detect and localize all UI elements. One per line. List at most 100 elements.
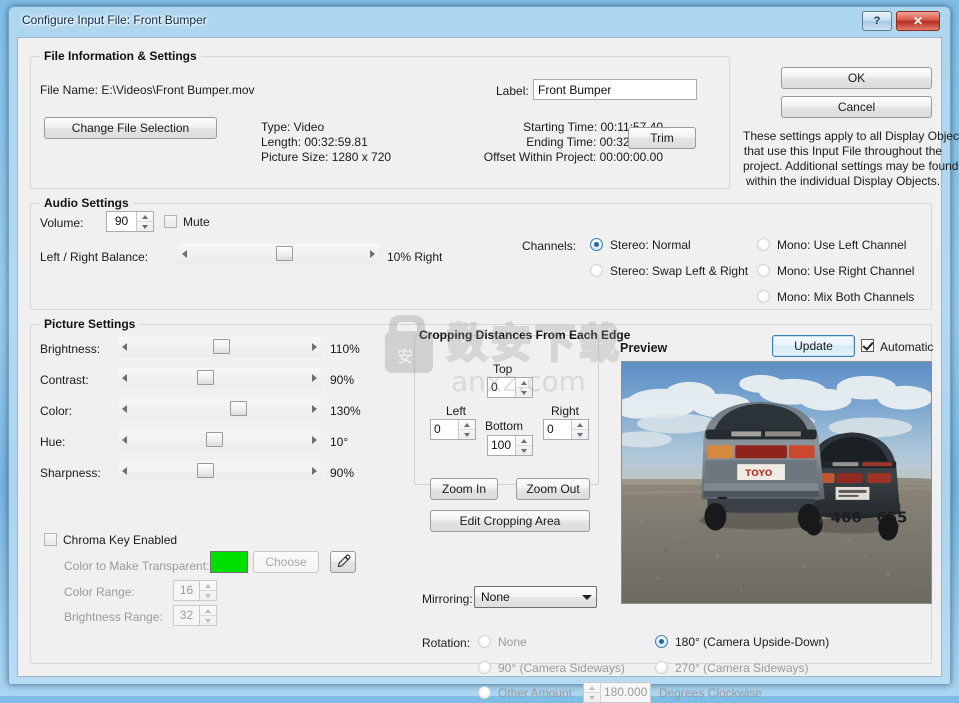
rotation-other-spin-down[interactable] [584, 693, 600, 702]
contrast-label: Contrast: [40, 373, 89, 387]
crop-bottom-spin-down[interactable] [516, 446, 532, 455]
contrast-slider-left-arrow-icon[interactable] [122, 374, 127, 382]
brightness-range-spin-up[interactable] [200, 606, 216, 616]
ok-button[interactable]: OK [781, 67, 932, 89]
crop-top-label: Top [493, 362, 513, 376]
color-range-spinner-arrows[interactable] [199, 581, 216, 600]
brightness-range-spinner[interactable]: 32 [173, 605, 217, 626]
chevron-down-icon[interactable] [578, 587, 596, 607]
automatic-preview-checkbox[interactable] [861, 339, 874, 352]
label-input[interactable] [533, 79, 697, 100]
volume-spinner[interactable]: 90 [106, 211, 154, 232]
crop-bottom-spinner[interactable]: 100 [487, 435, 533, 456]
zoom-out-button[interactable]: Zoom Out [516, 478, 590, 500]
edit-cropping-area-button[interactable]: Edit Cropping Area [430, 510, 590, 532]
crop-top-spin-down[interactable] [516, 388, 532, 397]
zoom-in-button[interactable]: Zoom In [430, 478, 498, 500]
mute-checkbox[interactable] [164, 215, 177, 228]
hue-label: Hue: [40, 435, 66, 449]
color-slider-right-arrow-icon[interactable] [312, 405, 317, 413]
radio-rotation-180[interactable] [655, 635, 668, 648]
crop-right-spinner[interactable]: 0 [543, 419, 589, 440]
eyedropper-icon[interactable] [330, 551, 356, 573]
radio-rotation-270[interactable] [655, 661, 668, 674]
crop-left-spin-up[interactable] [459, 420, 475, 430]
brightness-slider[interactable] [118, 337, 321, 357]
file-type-line: Type: Video [261, 120, 325, 134]
brightness-slider-left-arrow-icon[interactable] [122, 343, 127, 351]
rotation-other-amount-value: 180.000 [604, 685, 648, 699]
radio-mono-mix[interactable] [757, 290, 770, 303]
crop-top-spinner[interactable]: 0 [487, 377, 533, 398]
choose-color-button[interactable]: Choose [253, 551, 319, 573]
crop-top-spinner-arrows[interactable] [515, 378, 532, 397]
crop-bottom-spin-up[interactable] [516, 436, 532, 446]
mirroring-combobox[interactable]: None [474, 586, 597, 608]
sharpness-slider-thumb[interactable] [196, 463, 214, 478]
rotation-other-spin-up[interactable] [584, 683, 600, 693]
brightness-slider-right-arrow-icon[interactable] [312, 343, 317, 351]
degrees-clockwise-label: Degrees Clockwise [659, 686, 762, 700]
crop-top-spin-up[interactable] [516, 378, 532, 388]
rotation-other-amount-spinner[interactable]: 180.000 [583, 682, 651, 703]
rotation-label: Rotation: [422, 636, 471, 650]
crop-bottom-spinner-arrows[interactable] [515, 436, 532, 455]
contrast-slider-thumb[interactable] [196, 370, 214, 385]
trim-button[interactable]: Trim [628, 127, 696, 149]
radio-stereo-swap[interactable] [590, 264, 603, 277]
color-slider-left-arrow-icon[interactable] [122, 405, 127, 413]
automatic-preview-label: Automatic [880, 340, 934, 354]
radio-stereo-normal[interactable] [590, 238, 603, 251]
radio-rotation-other[interactable] [478, 686, 491, 699]
sharpness-slider[interactable] [118, 461, 321, 481]
hue-slider-thumb[interactable] [206, 432, 224, 447]
volume-spin-up[interactable] [137, 212, 153, 222]
update-preview-button[interactable]: Update [772, 335, 855, 357]
volume-spinner-arrows[interactable] [136, 212, 153, 231]
label-caption: Label: [496, 84, 529, 98]
brightness-slider-thumb[interactable] [212, 339, 230, 354]
transparent-color-swatch[interactable] [210, 551, 248, 573]
balance-slider-right-arrow-icon[interactable] [370, 250, 375, 258]
sharpness-slider-right-arrow-icon[interactable] [312, 467, 317, 475]
change-file-selection-button[interactable]: Change File Selection [44, 117, 217, 139]
brightness-range-spin-down[interactable] [200, 616, 216, 625]
brightness-range-spinner-arrows[interactable] [199, 606, 216, 625]
rotation-other-spinner-arrows[interactable] [584, 683, 601, 702]
color-slider[interactable] [118, 399, 321, 419]
sharpness-label: Sharpness: [40, 466, 101, 480]
help-button[interactable]: ? [862, 11, 892, 31]
crop-left-spinner-arrows[interactable] [458, 420, 475, 439]
color-range-spin-down[interactable] [200, 591, 216, 600]
contrast-slider-right-arrow-icon[interactable] [312, 374, 317, 382]
contrast-value: 90% [330, 373, 355, 387]
color-range-spin-up[interactable] [200, 581, 216, 591]
cancel-button[interactable]: Cancel [781, 96, 932, 118]
radio-mono-left[interactable] [757, 238, 770, 251]
volume-spin-down[interactable] [137, 222, 153, 231]
chroma-key-enabled-checkbox[interactable] [44, 533, 57, 546]
radio-mono-right[interactable] [757, 264, 770, 277]
crop-right-spin-down[interactable] [572, 430, 588, 439]
crop-left-spin-down[interactable] [459, 430, 475, 439]
crop-bottom-value: 100 [491, 438, 512, 452]
crop-right-spinner-arrows[interactable] [571, 420, 588, 439]
balance-slider-left-arrow-icon[interactable] [182, 250, 187, 258]
color-slider-thumb[interactable] [229, 401, 247, 416]
close-button[interactable]: ✕ [896, 11, 940, 31]
balance-slider-thumb[interactable] [276, 246, 294, 261]
crop-right-value: 0 [547, 422, 554, 436]
balance-slider[interactable] [178, 244, 379, 264]
crop-right-spin-up[interactable] [572, 420, 588, 430]
crop-left-spinner[interactable]: 0 [430, 419, 476, 440]
sharpness-slider-left-arrow-icon[interactable] [122, 467, 127, 475]
svg-text:TOYO: TOYO [745, 469, 773, 479]
radio-rotation-none[interactable] [478, 635, 491, 648]
contrast-slider[interactable] [118, 368, 321, 388]
color-range-spinner[interactable]: 16 [173, 580, 217, 601]
radio-rotation-90[interactable] [478, 661, 491, 674]
hue-slider-left-arrow-icon[interactable] [122, 436, 127, 444]
hue-slider[interactable] [118, 430, 321, 450]
hue-slider-right-arrow-icon[interactable] [312, 436, 317, 444]
settings-note-line-4: within the individual Display Objects. [745, 174, 941, 188]
